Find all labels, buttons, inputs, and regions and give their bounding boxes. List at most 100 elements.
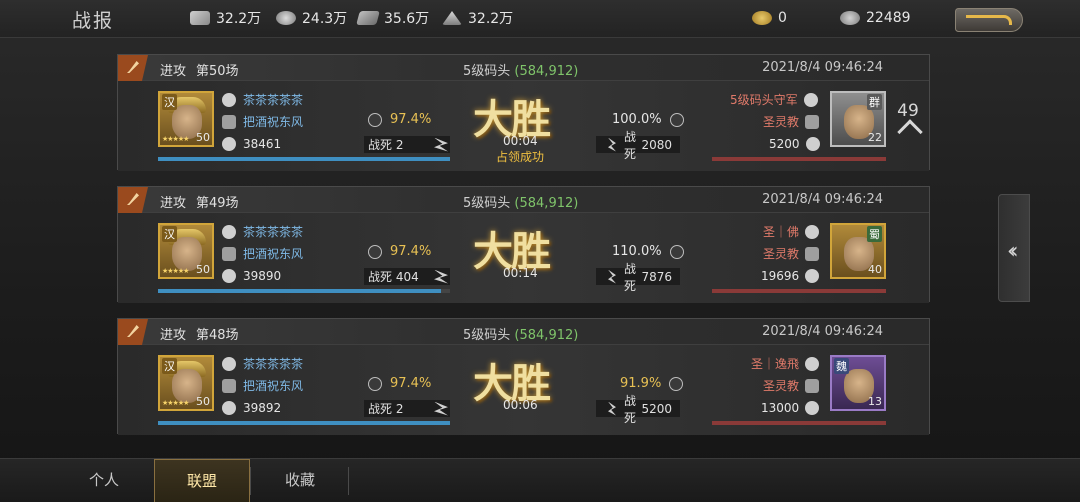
faction-badge: 魏 xyxy=(834,358,849,374)
enemy-hp-fill xyxy=(712,157,886,161)
ally-hp-fill xyxy=(158,157,450,161)
enemy-avatar[interactable]: 群 22 xyxy=(830,91,886,147)
resource-iron: 24.3万 xyxy=(276,9,347,27)
player-name[interactable]: 茶茶茶茶茶 xyxy=(243,355,303,372)
location-name: 5级码头 xyxy=(463,328,511,343)
rate-value: 97.4% xyxy=(390,244,432,259)
report-time: 2021/8/4 09:46:24 xyxy=(762,324,883,339)
sword-icon xyxy=(118,55,148,81)
alliance-icon xyxy=(805,246,820,261)
location-coord[interactable]: (584,912) xyxy=(514,328,578,343)
gold-icon xyxy=(752,11,772,25)
avatar[interactable]: 汉 ★★★★★ 50 xyxy=(158,355,214,411)
report-card[interactable]: 进攻 第48场 5级码头 (584,912) 2021/8/4 09:46:24… xyxy=(117,318,930,435)
tab-personal[interactable]: 个人 xyxy=(56,459,152,502)
count-value: 49 xyxy=(897,101,919,121)
deaths-label: 战死 xyxy=(368,138,393,152)
enemy-name-row: 圣｜逸飛 xyxy=(751,355,820,372)
hero-level: 50 xyxy=(196,131,210,144)
enemy-name-row: 圣｜佛 xyxy=(763,223,820,240)
copper-value: 22489 xyxy=(866,10,911,26)
rate-value: 97.4% xyxy=(390,112,432,127)
enemy-hp-fill xyxy=(712,421,886,425)
alliance-name[interactable]: 把酒祝东风 xyxy=(243,377,303,394)
troops-icon xyxy=(805,401,820,415)
enemy-name[interactable]: 圣｜佛 xyxy=(763,223,799,240)
crossed-swords-icon xyxy=(608,269,616,284)
iron-icon xyxy=(276,11,296,25)
star-rating: ★★★★★ xyxy=(162,135,189,143)
back-button[interactable] xyxy=(955,8,1023,32)
location: 5级码头 (584,912) xyxy=(463,324,578,343)
star-rating: ★★★★★ xyxy=(162,267,189,275)
report-type: 进攻 xyxy=(160,328,187,343)
ally-hp-fill xyxy=(158,421,450,425)
enemy-avatar[interactable]: 魏 13 xyxy=(830,355,886,411)
enemy-hp-fill xyxy=(712,289,886,293)
location-coord[interactable]: (584,912) xyxy=(514,196,578,211)
rate-value: 100.0% xyxy=(612,112,662,127)
sword-icon xyxy=(118,187,148,213)
double-chevron-left-icon: ‹‹ xyxy=(1007,239,1018,264)
enemy-rate: 110.0% xyxy=(612,244,684,259)
report-card[interactable]: 进攻 第50场 5级码头 (584,912) 2021/8/4 09:46:24… xyxy=(117,54,930,171)
enemy-troops-row: 19696 xyxy=(761,269,820,283)
enemy-troops-row: 5200 xyxy=(769,137,820,151)
report-count[interactable]: 49 xyxy=(897,101,923,145)
enemy-name[interactable]: 圣｜逸飛 xyxy=(751,355,799,372)
side-panel-toggle[interactable]: ‹‹ xyxy=(998,194,1030,302)
crossed-swords-icon xyxy=(434,137,448,152)
deaths-value: 2 xyxy=(395,137,404,152)
resource-value: 32.2万 xyxy=(468,11,514,27)
bottom-tab-bar: 个人 联盟 收藏 xyxy=(0,458,1080,502)
player-icon xyxy=(805,356,820,371)
page-title: 战报 xyxy=(72,10,115,32)
troops-icon xyxy=(222,137,236,151)
tab-favorites[interactable]: 收藏 xyxy=(252,459,348,502)
sword-icon xyxy=(118,319,148,345)
troops-count: 39890 xyxy=(243,269,282,283)
player-name[interactable]: 茶茶茶茶茶 xyxy=(243,91,303,108)
player-name[interactable]: 茶茶茶茶茶 xyxy=(243,223,303,240)
alliance-name[interactable]: 把酒祝东风 xyxy=(243,245,303,262)
faction-badge: 群 xyxy=(867,94,882,110)
enemy-rate: 91.9% xyxy=(620,376,684,391)
crossed-swords-icon xyxy=(434,401,448,416)
win-rate: 97.4% xyxy=(368,112,431,127)
deaths-box: 战死 2 xyxy=(364,400,450,417)
report-card[interactable]: 进攻 第49场 5级码头 (584,912) 2021/8/4 09:46:24… xyxy=(117,186,930,303)
player-icon xyxy=(805,224,820,239)
avatar[interactable]: 汉 ★★★★★ 50 xyxy=(158,223,214,279)
deaths-value: 2080 xyxy=(641,137,672,152)
alliance-icon xyxy=(222,114,236,129)
win-rate: 97.4% xyxy=(368,376,431,391)
troops-icon xyxy=(805,137,820,151)
enemy-avatar[interactable]: 蜀 40 xyxy=(830,223,886,279)
deaths-label: 战死 xyxy=(623,261,636,293)
tab-alliance[interactable]: 联盟 xyxy=(154,459,250,502)
troops-icon xyxy=(222,269,236,283)
enemy-alliance[interactable]: 圣灵教 xyxy=(763,377,799,394)
report-type: 进攻 xyxy=(160,64,187,79)
report-body: 汉 ★★★★★ 50 茶茶茶茶茶 把酒祝东风 39890 97.4% 战死 40… xyxy=(118,213,929,303)
deaths-value: 2 xyxy=(395,401,404,416)
report-body: 汉 ★★★★★ 50 茶茶茶茶茶 把酒祝东风 39892 97.4% 战死 2 … xyxy=(118,345,929,435)
morale-icon xyxy=(368,376,382,391)
hero-level: 13 xyxy=(868,395,882,408)
faction-badge: 汉 xyxy=(162,358,177,374)
copper-coin-icon xyxy=(840,11,860,25)
avatar[interactable]: 汉 ★★★★★ 50 xyxy=(158,91,214,147)
deaths-label: 战死 xyxy=(368,402,393,416)
alliance-row: 把酒祝东风 xyxy=(222,245,303,262)
morale-icon xyxy=(669,376,684,391)
report-header: 进攻 第48场 5级码头 (584,912) 2021/8/4 09:46:24 xyxy=(118,319,929,345)
enemy-name[interactable]: 5级码头守军 xyxy=(730,91,798,108)
faction-badge: 蜀 xyxy=(867,226,882,242)
hero-level: 50 xyxy=(196,395,210,408)
enemy-alliance[interactable]: 圣灵教 xyxy=(763,245,799,262)
location-coord[interactable]: (584,912) xyxy=(514,64,578,79)
crossed-swords-icon xyxy=(434,269,448,284)
enemy-alliance[interactable]: 圣灵教 xyxy=(763,113,799,130)
alliance-name[interactable]: 把酒祝东风 xyxy=(243,113,303,130)
alliance-icon xyxy=(805,114,820,129)
